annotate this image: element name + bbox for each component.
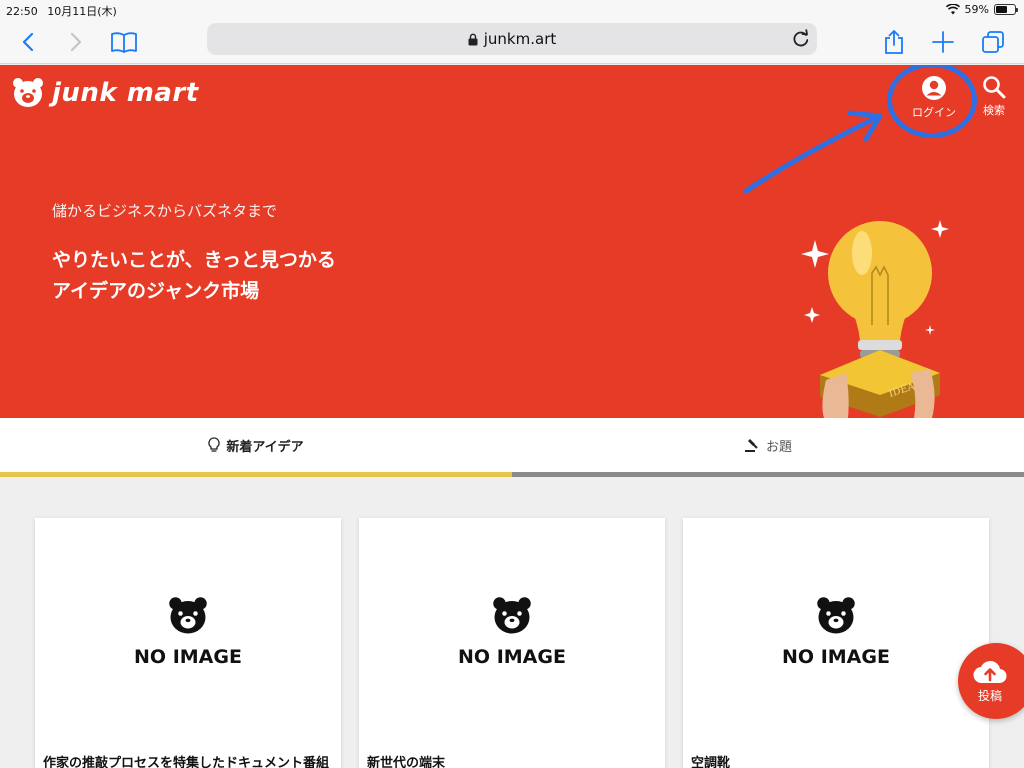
chevron-right-icon xyxy=(70,32,82,52)
hero-tagline-small: 儲かるビジネスからバズネタまで xyxy=(52,202,278,220)
forward-button[interactable] xyxy=(60,26,92,58)
hero-tagline-line1: やりたいことが、きっと見つかる xyxy=(52,249,336,271)
status-time: 22:50 10月11日(木) xyxy=(6,3,117,19)
no-image-placeholder: NO IMAGE xyxy=(35,596,341,668)
idea-card-list: NO IMAGE 作家の推敲プロセスを特集したドキュメント番組 NO IMAGE… xyxy=(0,477,1024,768)
bear-placeholder-icon xyxy=(817,597,855,634)
book-icon xyxy=(111,32,137,53)
idea-card-title[interactable]: 新世代の端末 xyxy=(367,752,659,768)
tab-new-ideas-label: 新着アイデア xyxy=(226,439,304,455)
chevron-left-icon xyxy=(22,32,34,52)
logo-text: junk mart xyxy=(52,78,199,108)
time-text: 22:50 xyxy=(6,5,38,18)
hero-tagline-line2: アイデアのジャンク市場 xyxy=(52,280,260,302)
tabs-overview-button[interactable] xyxy=(977,26,1009,58)
wifi-icon xyxy=(945,4,960,15)
bookmarks-button[interactable] xyxy=(108,26,140,58)
bear-placeholder-icon xyxy=(493,597,531,634)
search-icon xyxy=(983,76,1006,99)
hero-tagline: やりたいことが、きっと見つかる アイデアのジャンク市場 xyxy=(52,245,336,307)
share-button[interactable] xyxy=(878,26,910,58)
new-tab-button[interactable] xyxy=(927,26,959,58)
no-image-placeholder: NO IMAGE xyxy=(683,596,989,668)
no-image-text: NO IMAGE xyxy=(458,646,566,668)
site-logo[interactable]: junk mart xyxy=(12,77,199,109)
hero-banner: junk mart ログイン 検索 儲かるビジネスからバズネタまで やりたいこと… xyxy=(0,65,1024,418)
status-bar: 22:50 10月11日(木) 59% xyxy=(0,0,1024,20)
date-text: 10月11日(木) xyxy=(47,5,117,18)
idea-card[interactable]: NO IMAGE 作家の推敲プロセスを特集したドキュメント番組 xyxy=(35,518,341,768)
reload-icon xyxy=(793,29,809,47)
search-label: 検索 xyxy=(983,104,1005,117)
browser-toolbar: junkm.art xyxy=(0,20,1024,64)
no-image-text: NO IMAGE xyxy=(134,646,242,668)
no-image-placeholder: NO IMAGE xyxy=(359,596,665,668)
post-button[interactable]: 投稿 xyxy=(958,643,1024,719)
tab-topics[interactable]: お題 xyxy=(512,418,1024,477)
battery-percent: 59% xyxy=(964,3,989,16)
lightbulb-icon xyxy=(208,437,220,453)
address-bar[interactable]: junkm.art xyxy=(207,23,817,55)
tab-topics-label: お題 xyxy=(765,439,792,455)
battery-icon xyxy=(994,4,1018,15)
search-button[interactable]: 検索 xyxy=(982,75,1006,118)
idea-card-title[interactable]: 空調靴 xyxy=(691,752,983,768)
idea-card[interactable]: NO IMAGE 空調靴 xyxy=(683,518,989,768)
status-right: 59% xyxy=(945,3,1018,16)
annotation-circle xyxy=(887,65,977,138)
tabs-icon xyxy=(982,31,1004,53)
url-text: junkm.art xyxy=(483,30,557,48)
battery-fill xyxy=(996,6,1007,13)
tab-bar: 新着アイデア お題 xyxy=(0,418,1024,477)
cloud-upload-icon xyxy=(973,660,1007,683)
back-button[interactable] xyxy=(12,26,44,58)
idea-card[interactable]: NO IMAGE 新世代の端末 xyxy=(359,518,665,768)
idea-card-title[interactable]: 作家の推敲プロセスを特集したドキュメント番組 xyxy=(43,752,335,768)
bear-placeholder-icon xyxy=(169,597,207,634)
tab-new-ideas[interactable]: 新着アイデア xyxy=(0,418,512,477)
lock-icon xyxy=(468,33,478,45)
idea-bulb-illustration: IDEA xyxy=(801,220,949,418)
share-icon xyxy=(885,30,903,54)
gavel-icon xyxy=(744,437,760,453)
bear-logo-icon xyxy=(13,78,43,107)
reload-button[interactable] xyxy=(791,29,811,49)
no-image-text: NO IMAGE xyxy=(782,646,890,668)
plus-icon xyxy=(932,31,954,53)
post-button-label: 投稿 xyxy=(977,688,1002,703)
